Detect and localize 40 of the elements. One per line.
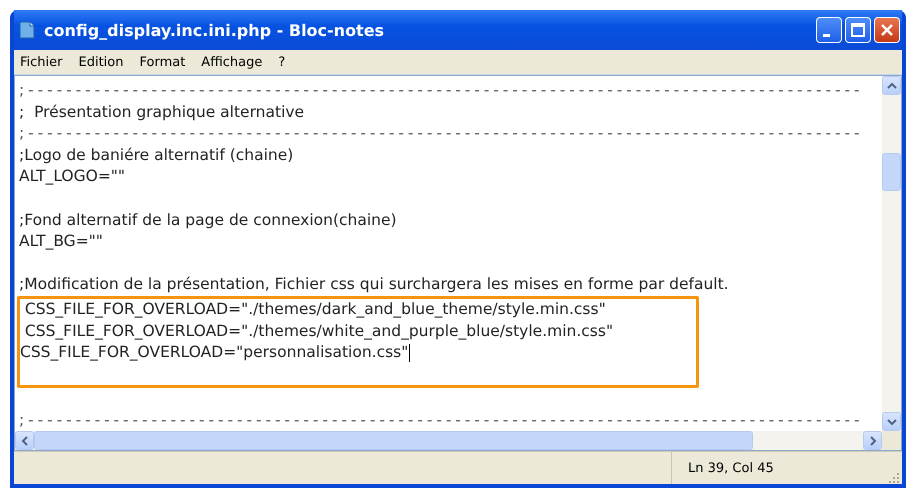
comment-rule: ;---------------------------------------------------------------------------------------- xyxy=(19,123,865,144)
menu-item[interactable]: Format xyxy=(139,54,186,70)
menu-item[interactable]: Fichier xyxy=(20,54,62,70)
minimize-button[interactable] xyxy=(816,17,842,43)
text-editor[interactable] xyxy=(15,76,901,431)
code-line: ;Fond alternatif de la page de connexion(chaine) xyxy=(19,210,398,231)
code-line: ; Présentation graphique alternative xyxy=(19,102,306,123)
code-line: ;Logo de baniére alternatif (chaine) xyxy=(19,144,294,166)
comment-rule: ;---------------------------------------------------------------------------------------- xyxy=(19,410,865,431)
code-line: ;Modification de la présentation, Fichier css qui surchargera les mises en forme par default. xyxy=(19,274,730,296)
chevron-right-icon xyxy=(868,436,876,446)
horizontal-scrollbar[interactable] xyxy=(15,431,882,450)
close-icon xyxy=(880,23,894,37)
code-line: ALT_BG="" xyxy=(19,231,104,252)
scroll-up-button[interactable] xyxy=(882,76,901,95)
vertical-scrollbar[interactable] xyxy=(882,76,901,431)
cursor-position: Ln 39, Col 45 xyxy=(687,460,775,476)
menu-item[interactable]: Affichage xyxy=(201,54,262,70)
menu-item[interactable]: ? xyxy=(278,54,286,70)
menu-item[interactable]: Edition xyxy=(78,54,124,70)
code-line: CSS_FILE_FOR_OVERLOAD="./themes/white_and_purple_blue/style.min.css" xyxy=(24,320,614,342)
resize-grip-icon xyxy=(888,472,900,484)
window-title: config_display.inc.ini.php - Bloc-notes xyxy=(44,20,386,40)
maximize-icon xyxy=(851,23,865,37)
code-line: ALT_LOGO="" xyxy=(19,166,126,188)
scroll-thumb[interactable] xyxy=(882,153,901,191)
comment-rule: ;---------------------------------------------------------------------------------------- xyxy=(19,80,865,101)
chevron-up-icon xyxy=(886,82,896,90)
scroll-down-button[interactable] xyxy=(882,412,901,431)
notepad-icon xyxy=(18,20,36,40)
chevron-left-icon xyxy=(20,436,28,446)
chevron-down-icon xyxy=(886,418,896,426)
scroll-thumb[interactable] xyxy=(34,431,753,450)
scroll-right-button[interactable] xyxy=(863,431,882,450)
code-line: CSS_FILE_FOR_OVERLOAD="./themes/dark_and_blue_theme/style.min.css" xyxy=(24,298,606,320)
scroll-left-button[interactable] xyxy=(15,431,34,450)
minimize-icon xyxy=(822,34,830,36)
maximize-button[interactable] xyxy=(845,17,871,43)
close-button[interactable] xyxy=(874,17,900,43)
code-line: CSS_FILE_FOR_OVERLOAD="personnalisation.css" xyxy=(20,342,408,364)
